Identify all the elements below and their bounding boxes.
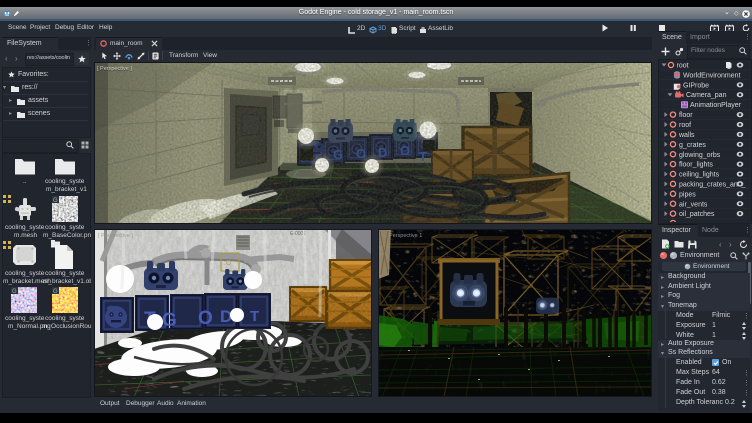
svg-text::O: :O xyxy=(224,260,232,267)
svg-text:G: G xyxy=(53,198,58,203)
svg-text:ceiling_lights: ceiling_lights xyxy=(679,172,720,179)
svg-text:glowing_orbs: glowing_orbs xyxy=(679,152,721,159)
svg-text:AnimationPlayer: AnimationPlayer xyxy=(690,102,742,109)
svg-text:Perspective 1: Perspective 1 xyxy=(389,233,422,239)
svg-text:roof: roof xyxy=(679,122,691,129)
svg-text:pipes: pipes xyxy=(679,191,696,198)
svg-text:GIProbe: GIProbe xyxy=(683,82,709,89)
svg-text:[ Perspective ]: [ Perspective ] xyxy=(98,233,133,239)
svg-text:O: O xyxy=(198,308,213,329)
svg-text:g_crates: g_crates xyxy=(679,142,706,149)
svg-text:floor: floor xyxy=(679,112,693,119)
svg-text:oil_patches: oil_patches xyxy=(679,211,715,218)
svg-text:air_vents: air_vents xyxy=(679,201,708,208)
svg-text:[ Perspective ]: [ Perspective ] xyxy=(97,66,132,72)
svg-text:WorldEnvironment: WorldEnvironment xyxy=(683,72,741,79)
svg-text:floor_lights: floor_lights xyxy=(679,162,713,169)
svg-text:G: G xyxy=(12,289,17,294)
svg-text:Camera_pan: Camera_pan xyxy=(686,92,727,99)
svg-text:root: root xyxy=(677,63,689,70)
svg-text:G: G xyxy=(53,289,58,294)
svg-text:walls: walls xyxy=(678,132,695,139)
svg-text:packing_crates_and_: packing_crates_and_ xyxy=(679,182,746,189)
svg-text:T: T xyxy=(250,308,259,325)
svg-text:G: G xyxy=(162,310,177,331)
